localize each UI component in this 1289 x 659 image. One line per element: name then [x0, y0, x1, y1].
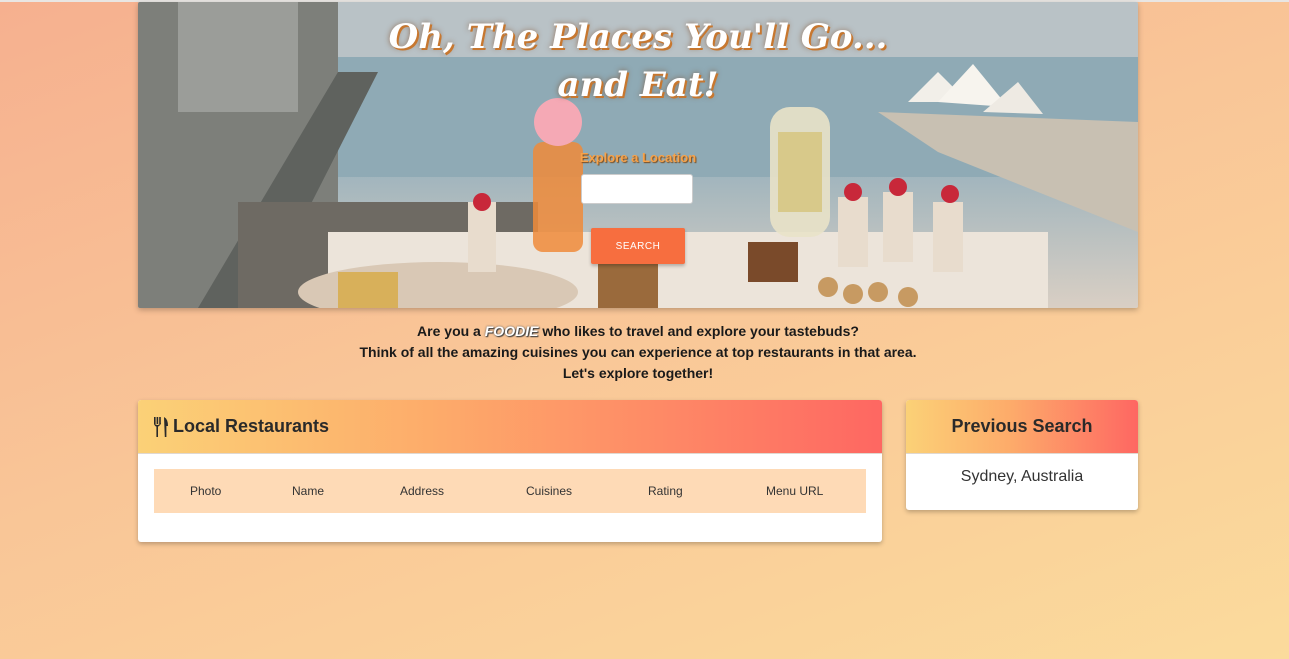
local-restaurants-title: Local Restaurants — [173, 416, 330, 436]
column-header: Address — [400, 484, 445, 498]
column-header: Cuisines — [526, 484, 573, 498]
location-input[interactable] — [581, 174, 693, 204]
restaurants-table-header: Photo Name Address Cuisines Rating Menu … — [154, 469, 866, 513]
previous-search-title: Previous Search — [951, 416, 1093, 436]
hero-title-line1: Oh, The Places You'll Go... — [388, 17, 888, 57]
hero-banner: Oh, The Places You'll Go... and Eat! Exp… — [138, 2, 1138, 308]
previous-search-item[interactable]: Sydney, Australia — [906, 468, 1138, 486]
local-restaurants-card: Local Restaurants Photo Name Address Cui… — [138, 400, 882, 542]
column-header: Name — [292, 484, 325, 498]
intro-line1-before: Are you a — [417, 323, 481, 339]
column-header: Rating — [648, 484, 683, 498]
intro-line2: Think of all the amazing cuisines you ca… — [359, 344, 917, 360]
intro-line1: Are you a FOODIE who likes to travel and… — [138, 321, 1138, 342]
previous-search-header: Previous Search — [906, 400, 1138, 454]
location-label: Explore a Location — [579, 150, 697, 165]
intro-line1-after: who likes to travel and explore your tas… — [542, 323, 859, 339]
intro-line3: Let's explore together! — [562, 365, 714, 381]
intro-text: Are you a FOODIE who likes to travel and… — [138, 321, 1138, 384]
previous-search-card: Previous Search Sydney, Australia — [906, 400, 1138, 510]
foodie-highlight: FOODIE — [484, 323, 539, 339]
column-header: Photo — [190, 484, 222, 498]
hero-title-line2: and Eat! — [557, 65, 719, 105]
local-restaurants-header: Local Restaurants — [138, 400, 882, 454]
fork-knife-icon — [153, 416, 169, 437]
column-header: Menu URL — [766, 484, 824, 498]
search-button[interactable]: SEARCH — [591, 228, 685, 264]
